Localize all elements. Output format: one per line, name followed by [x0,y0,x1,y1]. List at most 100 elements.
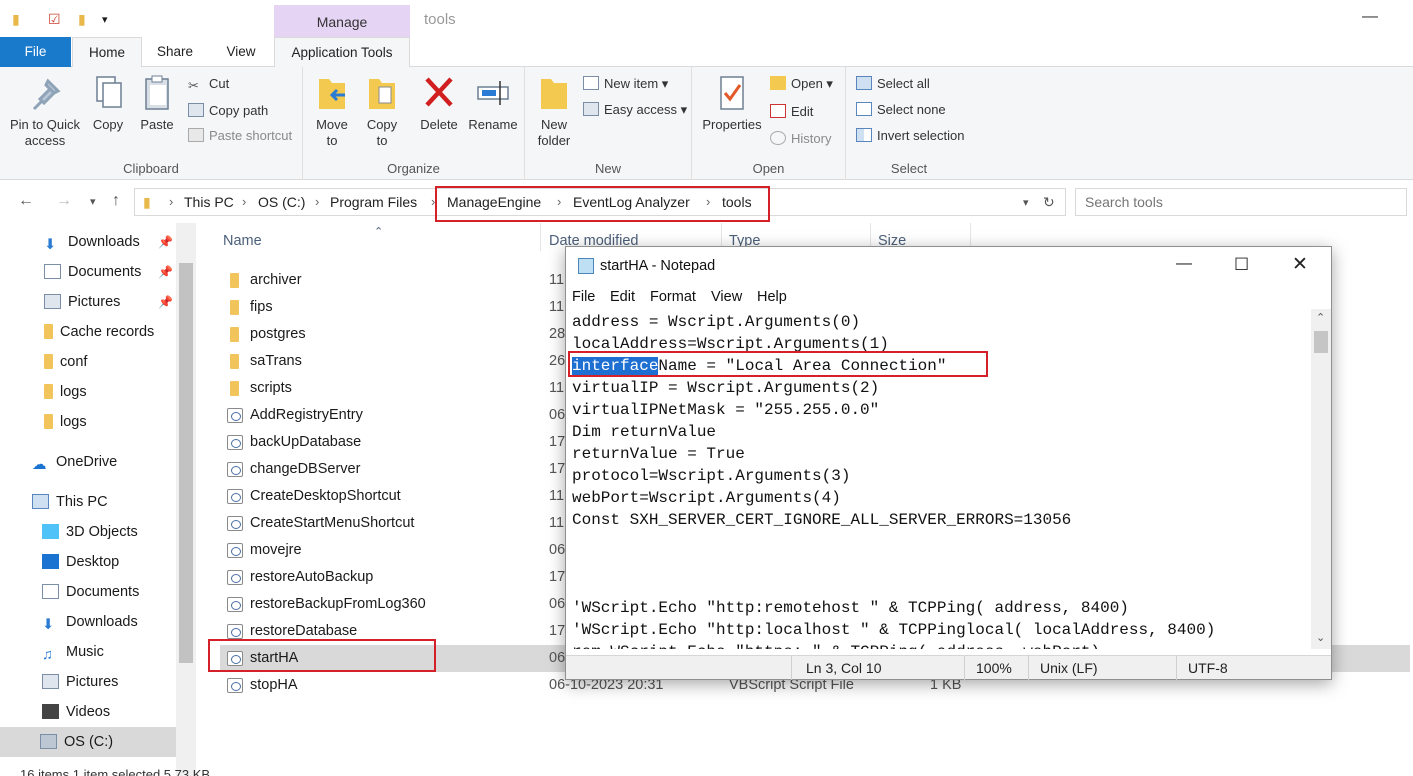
nav-item-videos[interactable]: Videos [0,697,176,727]
nav-item-logs[interactable]: logs [0,407,176,437]
new-folder-icon[interactable]: ▮ [78,11,86,28]
menu-file[interactable]: File [572,289,595,305]
address-dropdown-chevron-icon[interactable]: ▾ [1023,196,1029,209]
tab-home[interactable]: Home [72,37,142,68]
menu-view[interactable]: View [711,289,742,305]
nav-item-this-pc[interactable]: This PC [0,487,176,517]
customize-toolbar-icon[interactable]: ▾ [102,13,108,26]
nav-item-desktop[interactable]: Desktop [0,547,176,577]
delete-button[interactable]: Delete [417,73,461,133]
new-item-button[interactable]: New item ▾ [583,74,668,94]
nav-item-conf[interactable]: conf [0,347,176,377]
copy-to-button[interactable]: Copy to [361,73,403,149]
select-none-icon [856,102,872,116]
menu-format[interactable]: Format [650,289,696,305]
paste-shortcut-button[interactable]: Paste shortcut [188,126,292,146]
minimize-icon[interactable]: — [1362,8,1378,26]
menu-edit[interactable]: Edit [610,289,635,305]
edit-button[interactable]: Edit [770,102,813,122]
notepad-scrollbar-thumb[interactable] [1314,331,1328,353]
nav-item-os-c[interactable]: OS (C:) [0,727,176,757]
history-label: History [791,131,832,146]
explorer-status-bar: 16 items 1 item selected 5.73 KB [20,767,211,776]
nav-item-downloads[interactable]: ⬇ Downloads [0,607,176,637]
copy-to-label: Copy to [366,117,398,148]
close-icon[interactable]: ✕ [1292,253,1308,276]
nav-item-3d-objects[interactable]: 3D Objects [0,517,176,547]
history-button[interactable]: History [770,129,831,149]
nav-scrollbar-thumb[interactable] [179,263,193,663]
tab-share[interactable]: Share [146,37,204,67]
column-separator[interactable] [540,223,541,251]
scroll-down-icon[interactable]: ⌄ [1316,631,1325,644]
easy-access-button[interactable]: Easy access ▾ [583,100,687,120]
tab-application-tools[interactable]: Application Tools [274,37,410,68]
nav-item-music[interactable]: ♫ Music [0,637,176,667]
menu-help[interactable]: Help [757,289,787,305]
file-name: changeDBServer [250,461,361,477]
folder-icon [44,324,53,339]
invert-selection-button[interactable]: Invert selection [856,126,964,146]
move-to-button[interactable]: Move to [311,73,353,149]
select-all-button[interactable]: Select all [856,74,930,94]
tab-view[interactable]: View [212,37,270,67]
nav-scrollbar[interactable] [176,223,196,776]
manage-tab[interactable]: Manage [274,5,410,37]
tab-file[interactable]: File [0,37,71,67]
code-line: virtualIP = Wscript.Arguments(2) [572,379,880,397]
minimize-icon[interactable]: — [1176,255,1192,273]
breadcrumb-separator[interactable]: › [242,194,246,209]
scroll-up-icon[interactable]: ⌃ [1316,311,1325,324]
zoom-level: 100% [976,660,1012,676]
paste-button[interactable]: Paste [136,73,178,133]
new-item-icon [583,76,599,90]
notepad-vertical-scrollbar[interactable]: ⌃ ⌄ [1311,309,1331,649]
nav-item-label: OneDrive [56,454,118,470]
nav-item-pictures[interactable]: Pictures [0,667,176,697]
properties-button[interactable]: Properties [698,73,766,133]
breadcrumb-os-c[interactable]: OS (C:) [258,194,305,210]
folder-icon[interactable]: ▮ [12,11,20,28]
breadcrumb-program-files[interactable]: Program Files [330,194,417,210]
cut-button[interactable]: ✂ Cut [188,74,229,94]
new-folder-button[interactable]: New folder [533,73,575,149]
pin-icon[interactable]: 📌 [158,227,173,257]
breadcrumb-this-pc[interactable]: This PC [184,194,234,210]
open-button[interactable]: Open ▾ [770,74,833,94]
notepad-window[interactable]: startHA - Notepad — ☐ ✕ File Edit Format… [565,246,1332,680]
nav-item-documents[interactable]: Documents [0,577,176,607]
copy-button[interactable]: Copy [88,73,128,133]
maximize-icon[interactable]: ☐ [1234,255,1249,275]
pin-icon[interactable]: 📌 [158,287,173,317]
status-separator [791,656,792,680]
nav-item-pictures[interactable]: Pictures 📌 [0,287,176,317]
recent-locations-chevron-icon[interactable]: ▾ [90,195,96,208]
nav-item-logs[interactable]: logs [0,377,176,407]
nav-item-downloads[interactable]: ⬇ Downloads 📌 [0,227,176,257]
up-arrow-icon[interactable]: ↑ [112,192,120,210]
folder-icon [230,327,239,342]
search-input[interactable] [1076,189,1406,215]
pin-icon[interactable]: 📌 [158,257,173,287]
back-arrow-icon[interactable]: ← [18,192,34,210]
column-header-name[interactable]: Name [223,233,262,249]
cube-icon [42,524,59,539]
nav-item-onedrive[interactable]: ☁ OneDrive [0,447,176,477]
file-date: 26 [549,353,566,369]
nav-item-label: Music [66,644,104,660]
properties-icon[interactable]: ☑ [48,11,61,28]
nav-item-documents[interactable]: Documents 📌 [0,257,176,287]
notepad-title-bar[interactable]: startHA - Notepad — ☐ ✕ [566,247,1331,285]
rename-button[interactable]: Rename [465,73,521,133]
move-to-icon [319,79,345,109]
search-box[interactable] [1075,188,1407,216]
nav-item-cache-records[interactable]: Cache records [0,317,176,347]
breadcrumb-separator[interactable]: › [169,194,173,209]
copy-path-button[interactable]: Copy path [188,101,268,121]
select-none-button[interactable]: Select none [856,100,946,120]
forward-arrow-icon[interactable]: → [56,192,72,210]
copy-icon [96,76,122,108]
pin-to-quick-access-button[interactable]: Pin to Quick access [6,73,84,149]
breadcrumb-separator[interactable]: › [315,194,319,209]
refresh-icon[interactable]: ↻ [1043,194,1055,211]
